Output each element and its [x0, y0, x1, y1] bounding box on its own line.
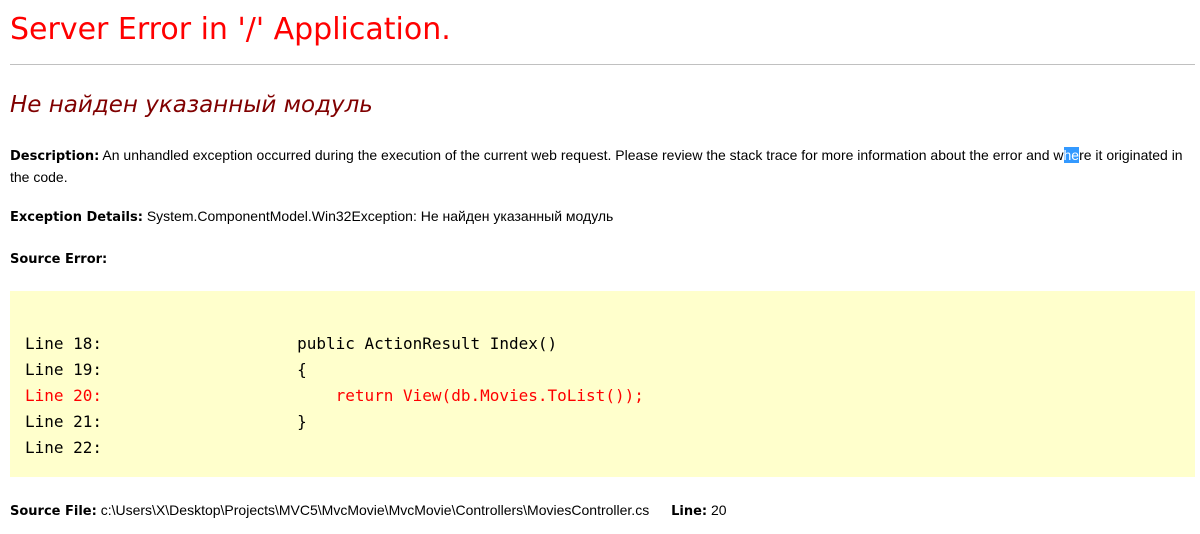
error-heading: Не найден указанный модуль [10, 92, 373, 118]
source-code-lines: Line 18: public ActionResult Index() Line… [25, 331, 644, 461]
description-text-start: An unhandled exception occurred during t… [102, 147, 1064, 163]
source-line-number-label: Line 21: [25, 412, 103, 431]
source-file-paragraph: Source File: c:\Users\X\Desktop\Projects… [10, 500, 1195, 522]
source-file-path: c:\Users\X\Desktop\Projects\MVC5\MvcMovi… [100, 502, 650, 518]
description-paragraph: Description: An unhandled exception occu… [10, 145, 1195, 187]
source-line-number: 20 [711, 502, 727, 518]
source-error-label: Source Error: [10, 252, 108, 267]
title-divider [10, 64, 1195, 65]
source-line-number-label: Line 18: [25, 334, 103, 353]
source-file-label: Source File: [10, 504, 97, 519]
source-line-code: { [220, 360, 307, 379]
source-line: Line 21: } [25, 409, 644, 435]
exception-details-text: System.ComponentModel.Win32Exception: Не… [146, 208, 614, 224]
source-line: Line 19: { [25, 357, 644, 383]
source-line-code: } [220, 412, 307, 431]
source-line-number-label: Line 20: [25, 386, 103, 405]
source-line-number-label: Line 22: [25, 438, 103, 457]
source-line-code: return View(db.Movies.ToList()); [220, 386, 644, 405]
description-text: An unhandled exception occurred during t… [10, 147, 1183, 185]
source-line-code: public ActionResult Index() [220, 334, 558, 353]
source-code-box: Line 18: public ActionResult Index() Line… [10, 291, 1195, 477]
source-line: Line 18: public ActionResult Index() [25, 331, 644, 357]
exception-details-label: Exception Details: [10, 210, 143, 225]
source-line-number-label: Line 19: [25, 360, 103, 379]
page-title: Server Error in '/' Application. [10, 12, 451, 47]
exception-details-paragraph: Exception Details: System.ComponentModel… [10, 206, 1195, 228]
description-label: Description: [10, 149, 100, 164]
source-line: Line 22: [25, 435, 644, 461]
source-error-paragraph: Source Error: [10, 248, 1195, 270]
source-line-label: Line: [671, 504, 708, 519]
source-line-highlighted: Line 20: return View(db.Movies.ToList())… [25, 383, 644, 409]
selected-text[interactable]: he [1063, 147, 1080, 163]
